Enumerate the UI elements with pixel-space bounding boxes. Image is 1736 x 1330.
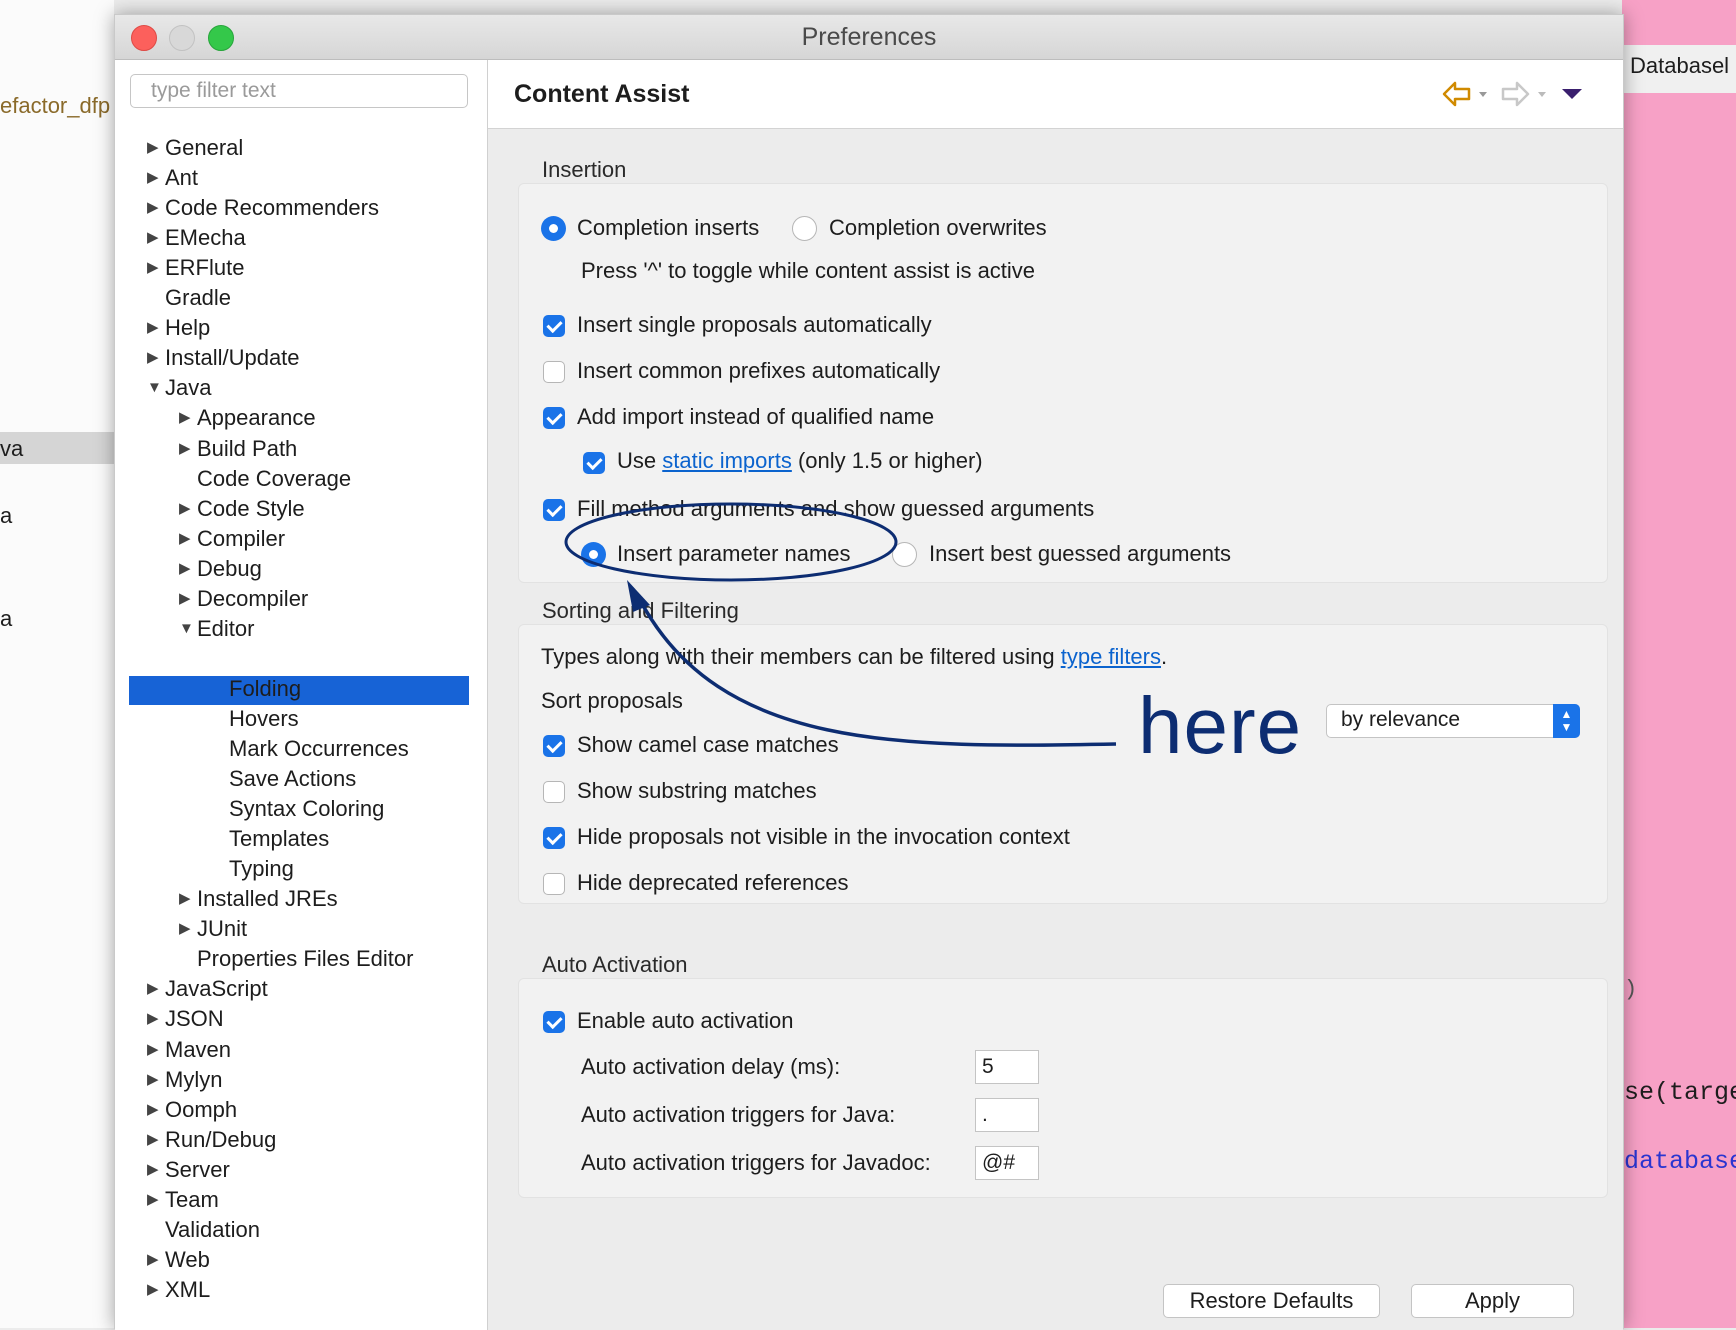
annotation-circle bbox=[564, 502, 898, 582]
annotation-arrow bbox=[638, 599, 1117, 747]
annotation-overlay bbox=[564, 502, 1117, 747]
annotation-arrowhead bbox=[627, 580, 650, 612]
annotation-text: here bbox=[1138, 681, 1303, 770]
